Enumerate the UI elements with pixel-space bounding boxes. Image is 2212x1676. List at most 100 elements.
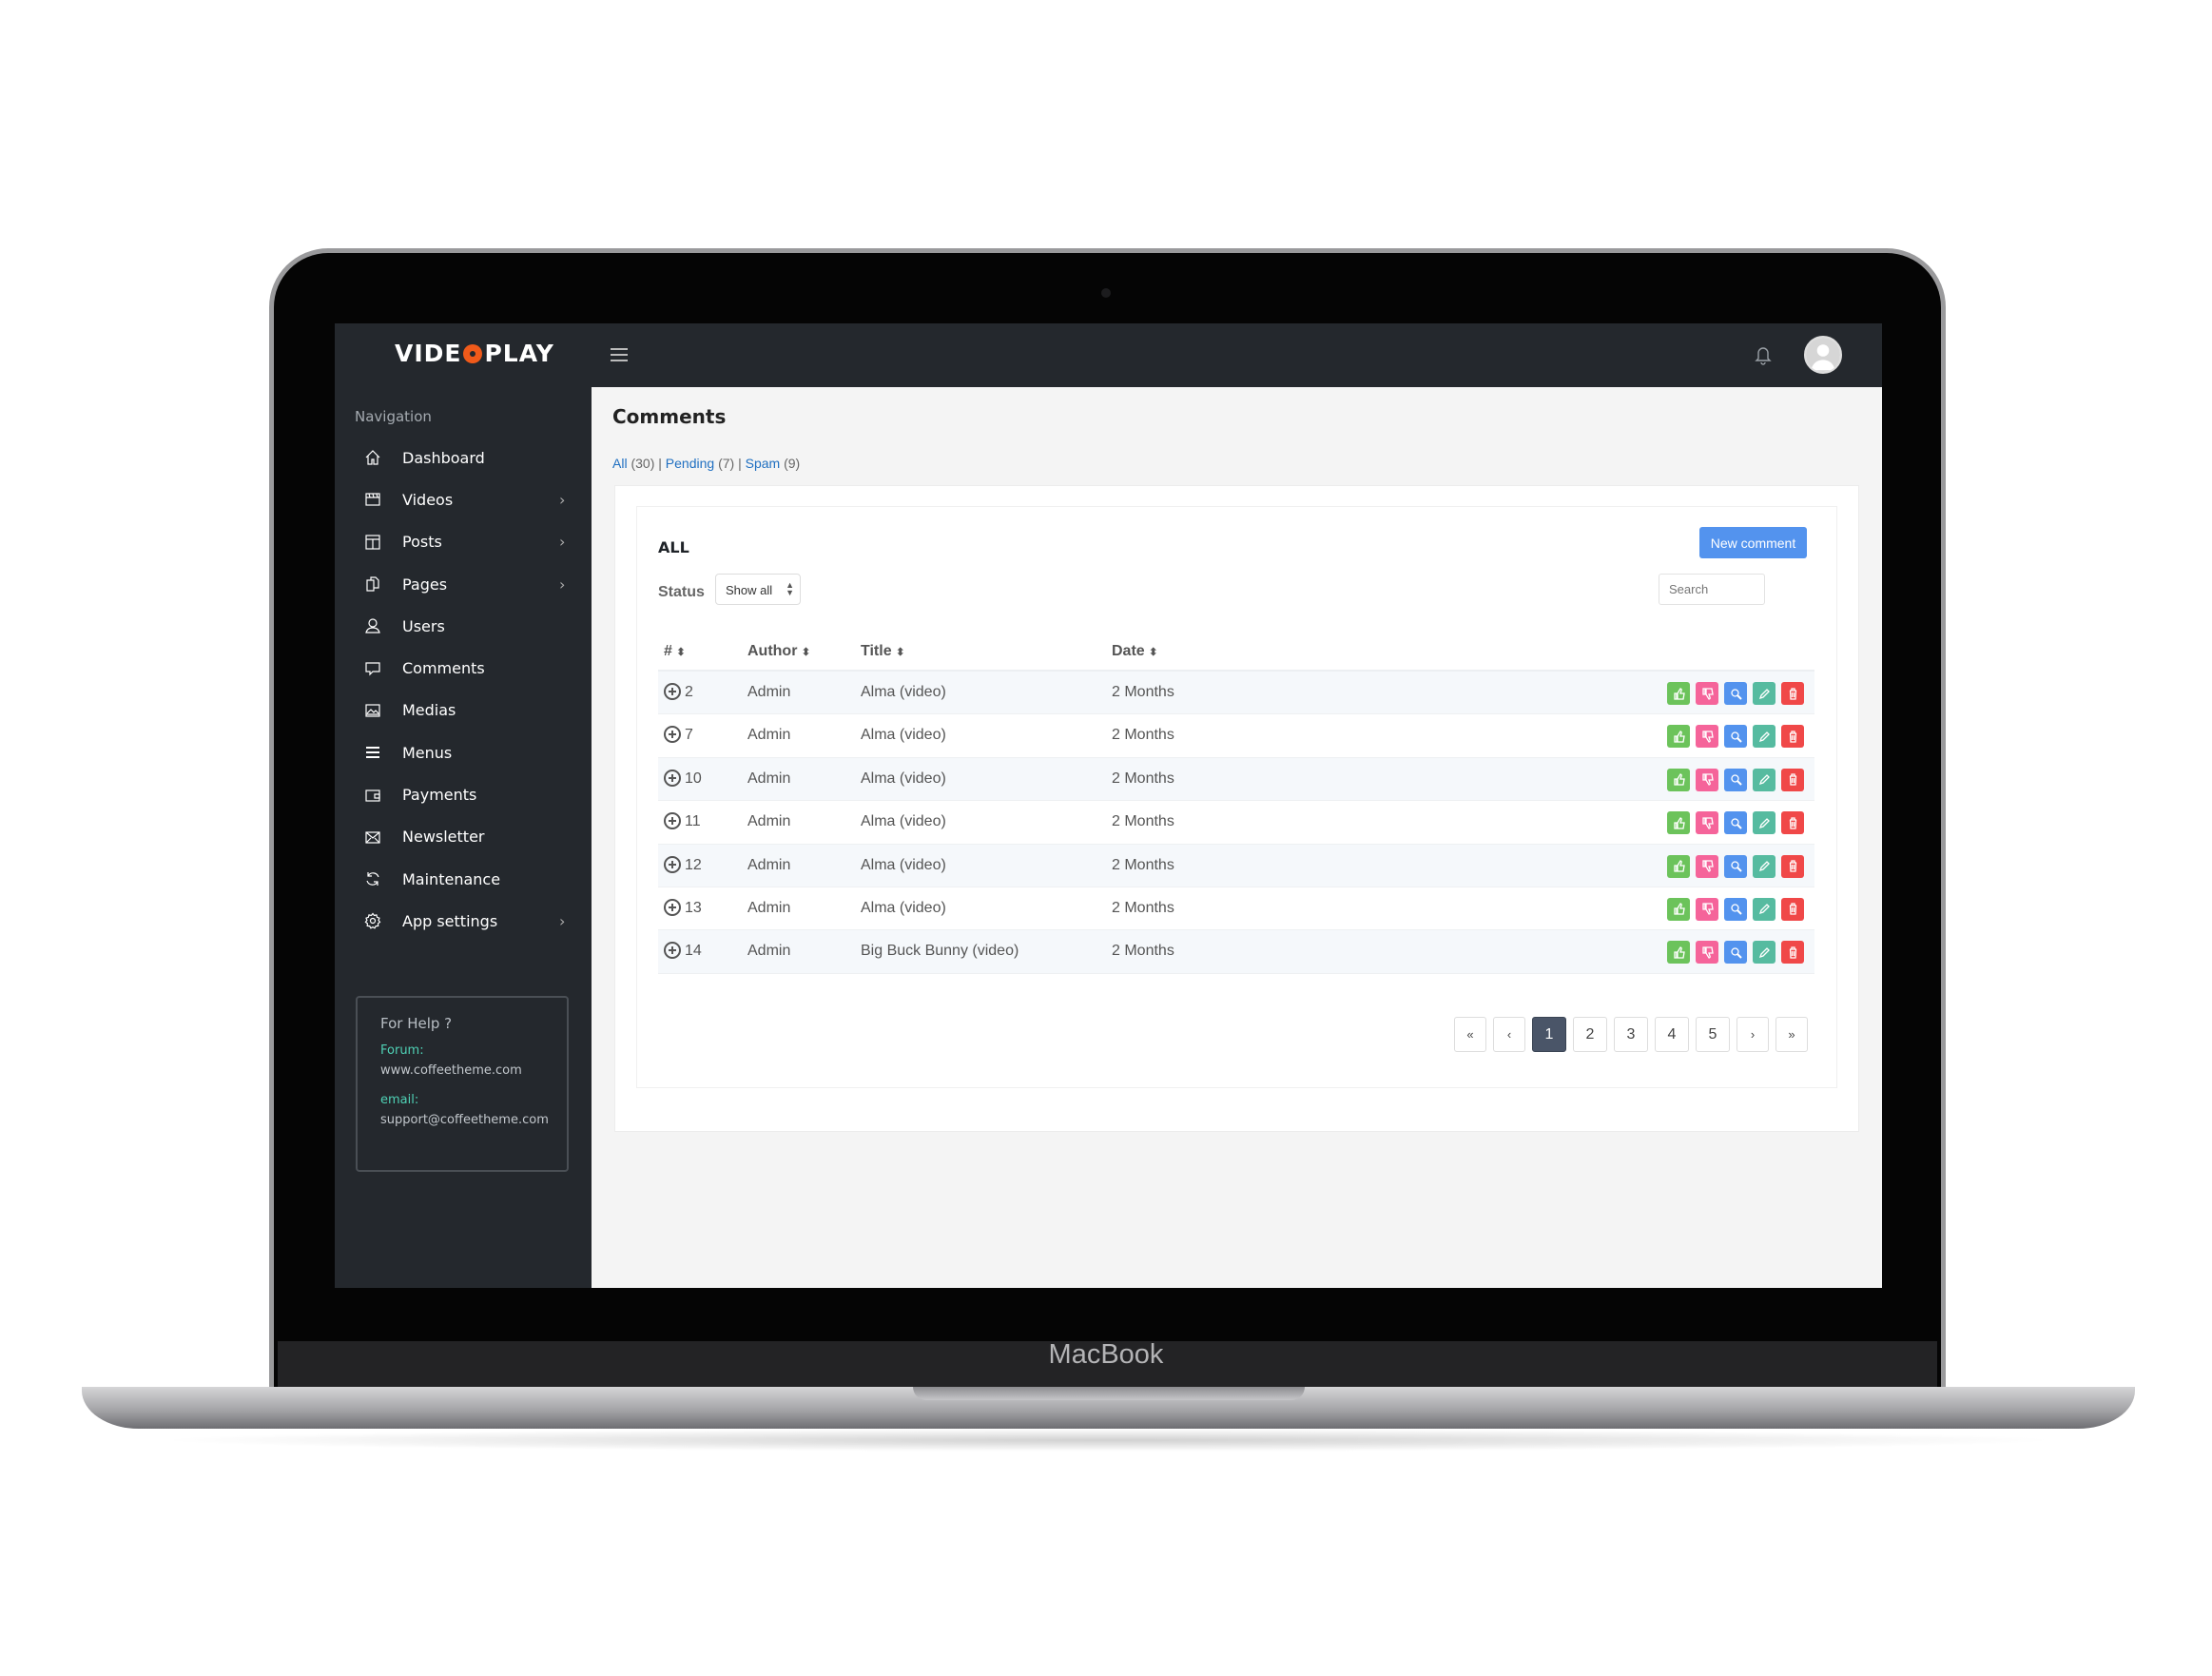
search-input[interactable] <box>1659 574 1765 605</box>
sidebar-item-payments[interactable]: Payments <box>335 773 592 815</box>
approve-button[interactable] <box>1667 941 1690 965</box>
select-arrows-icon: ▲ ▼ <box>786 580 794 597</box>
expand-icon[interactable] <box>664 812 681 830</box>
comment-title[interactable]: Alma (video) <box>861 684 946 701</box>
approve-button[interactable] <box>1667 682 1690 705</box>
sidebar-item-maintenance[interactable]: Maintenance <box>335 858 592 900</box>
comment-title[interactable]: Alma (video) <box>861 900 946 917</box>
hamburger-icon[interactable] <box>611 348 628 361</box>
sidebar-item-posts[interactable]: Posts › <box>335 521 592 563</box>
view-button[interactable] <box>1724 941 1747 965</box>
last-page-button[interactable]: » <box>1775 1017 1808 1052</box>
new-comment-button[interactable]: New comment <box>1699 527 1807 558</box>
email-link[interactable]: support@coffeetheme.com <box>380 1113 567 1127</box>
comment-filters: All (30) | Pending (7) | Spam (9) <box>612 456 801 471</box>
reject-button[interactable] <box>1696 897 1718 921</box>
comment-title[interactable]: Alma (video) <box>861 727 946 744</box>
delete-button[interactable] <box>1781 897 1804 921</box>
sidebar-item-menus[interactable]: Menus <box>335 731 592 773</box>
prev-page-button[interactable]: ‹ <box>1493 1017 1525 1052</box>
delete-button[interactable] <box>1781 725 1804 749</box>
approve-button[interactable] <box>1667 768 1690 791</box>
delete-button[interactable] <box>1781 854 1804 878</box>
edit-button[interactable] <box>1753 811 1775 835</box>
comment-title[interactable]: Alma (video) <box>861 813 946 830</box>
expand-icon[interactable] <box>664 726 681 744</box>
page-button[interactable]: 2 <box>1573 1017 1607 1052</box>
filter-spam[interactable]: Spam <box>746 456 781 471</box>
edit-button[interactable] <box>1753 682 1775 705</box>
approve-button[interactable] <box>1667 811 1690 835</box>
edit-button[interactable] <box>1753 768 1775 791</box>
expand-icon[interactable] <box>664 683 681 700</box>
column-header[interactable]: # ⬍ <box>664 643 686 660</box>
reject-button[interactable] <box>1696 811 1718 835</box>
view-button[interactable] <box>1724 854 1747 878</box>
edit-button[interactable] <box>1753 897 1775 921</box>
delete-button[interactable] <box>1781 941 1804 965</box>
comment-title[interactable]: Big Buck Bunny (video) <box>861 943 1019 960</box>
delete-button[interactable] <box>1781 768 1804 791</box>
status-select[interactable]: Show all ▲ ▼ <box>715 574 801 605</box>
reject-button[interactable] <box>1696 941 1718 965</box>
next-page-button[interactable]: › <box>1737 1017 1769 1052</box>
avatar[interactable] <box>1804 336 1842 374</box>
bell-icon[interactable] <box>1754 344 1773 365</box>
table-row[interactable]: 11 Admin Alma (video) 2 Months <box>658 801 1814 845</box>
page-button[interactable]: 3 <box>1614 1017 1648 1052</box>
thumbs-up-icon <box>1673 773 1685 786</box>
view-button[interactable] <box>1724 811 1747 835</box>
edit-button[interactable] <box>1753 941 1775 965</box>
expand-icon[interactable] <box>664 855 681 873</box>
edit-button[interactable] <box>1753 725 1775 749</box>
column-header[interactable]: Title ⬍ <box>861 643 904 660</box>
approve-button[interactable] <box>1667 897 1690 921</box>
table-row[interactable]: 7 Admin Alma (video) 2 Months <box>658 714 1814 758</box>
sidebar-item-dashboard[interactable]: Dashboard <box>335 437 592 478</box>
sidebar-item-medias[interactable]: Medias <box>335 690 592 731</box>
column-header[interactable]: Date ⬍ <box>1112 643 1157 660</box>
reject-button[interactable] <box>1696 682 1718 705</box>
expand-icon[interactable] <box>664 942 681 960</box>
sidebar-item-label: Posts <box>402 533 442 552</box>
table-row[interactable]: 12 Admin Alma (video) 2 Months <box>658 844 1814 887</box>
edit-button[interactable] <box>1753 854 1775 878</box>
comment-title[interactable]: Alma (video) <box>861 770 946 788</box>
sidebar-item-app-settings[interactable]: App settings › <box>335 900 592 942</box>
logo[interactable]: VIDE PLAY <box>395 340 554 367</box>
topbar: VIDE PLAY <box>335 323 1882 387</box>
first-page-button[interactable]: « <box>1454 1017 1486 1052</box>
expand-icon[interactable] <box>664 898 681 916</box>
filter-all[interactable]: All <box>612 456 628 471</box>
sidebar-item-pages[interactable]: Pages › <box>335 563 592 605</box>
sidebar-item-users[interactable]: Users <box>335 605 592 647</box>
forum-link[interactable]: www.coffeetheme.com <box>380 1063 567 1078</box>
table-row[interactable]: 14 Admin Big Buck Bunny (video) 2 Months <box>658 930 1814 974</box>
delete-button[interactable] <box>1781 811 1804 835</box>
search-icon <box>1730 861 1742 872</box>
sidebar-item-newsletter[interactable]: Newsletter <box>335 816 592 858</box>
expand-icon[interactable] <box>664 769 681 787</box>
page-button[interactable]: 1 <box>1532 1017 1566 1052</box>
table-row[interactable]: 2 Admin Alma (video) 2 Months <box>658 672 1814 715</box>
table-header: # ⬍ Author ⬍ Title ⬍ Date ⬍ <box>658 632 1814 672</box>
sidebar-item-comments[interactable]: Comments <box>335 647 592 689</box>
sidebar-item-videos[interactable]: Videos › <box>335 478 592 520</box>
approve-button[interactable] <box>1667 854 1690 878</box>
filter-pending[interactable]: Pending <box>666 456 714 471</box>
page-button[interactable]: 4 <box>1655 1017 1689 1052</box>
view-button[interactable] <box>1724 725 1747 749</box>
view-button[interactable] <box>1724 897 1747 921</box>
reject-button[interactable] <box>1696 854 1718 878</box>
reject-button[interactable] <box>1696 768 1718 791</box>
reject-button[interactable] <box>1696 725 1718 749</box>
column-header[interactable]: Author ⬍ <box>747 643 810 660</box>
delete-button[interactable] <box>1781 682 1804 705</box>
table-row[interactable]: 10 Admin Alma (video) 2 Months <box>658 757 1814 802</box>
comment-title[interactable]: Alma (video) <box>861 857 946 874</box>
page-button[interactable]: 5 <box>1696 1017 1730 1052</box>
view-button[interactable] <box>1724 768 1747 791</box>
table-row[interactable]: 13 Admin Alma (video) 2 Months <box>658 887 1814 931</box>
view-button[interactable] <box>1724 682 1747 705</box>
approve-button[interactable] <box>1667 725 1690 749</box>
